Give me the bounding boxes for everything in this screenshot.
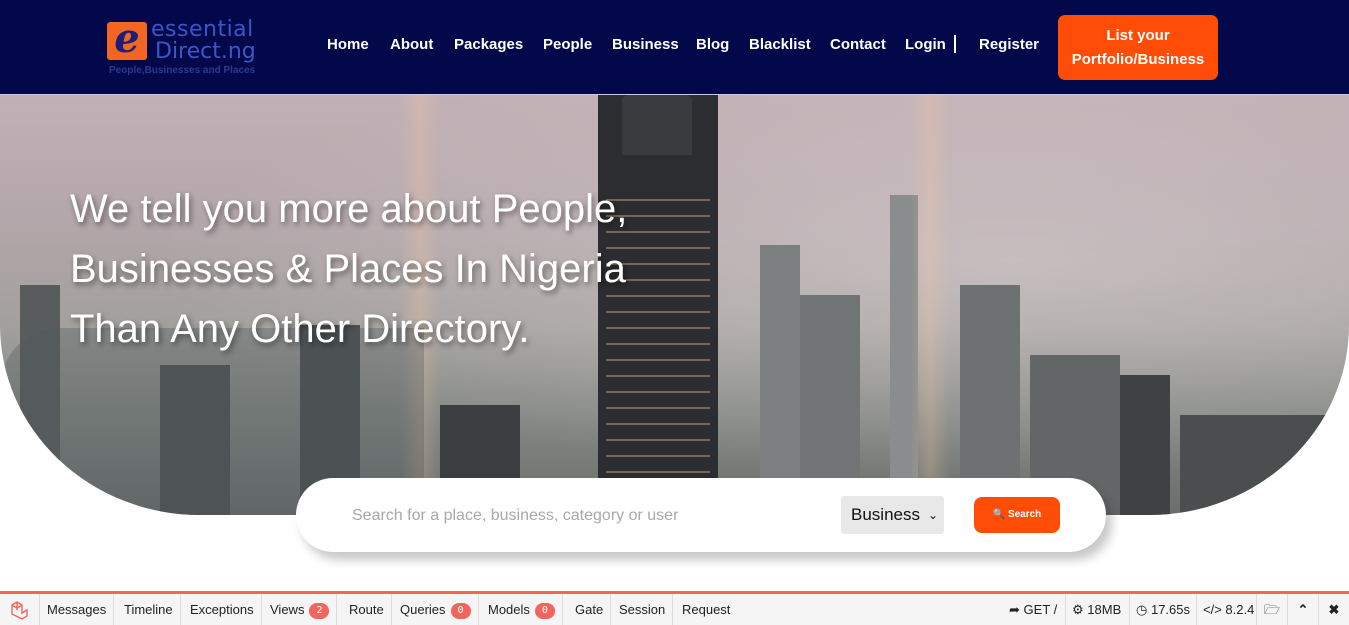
logo-e-mark: e: [107, 19, 147, 60]
debug-tab-models[interactable]: Models 0: [481, 594, 563, 625]
site-logo[interactable]: e essential Direct.ng People,Businesses …: [107, 18, 277, 80]
top-navbar: e essential Direct.ng People,Businesses …: [0, 0, 1349, 95]
debug-tab-views[interactable]: Views 2: [263, 594, 338, 625]
clock-icon: ◷: [1136, 602, 1148, 617]
debug-tab-gate[interactable]: Gate: [568, 594, 612, 625]
code-icon: </>: [1203, 602, 1222, 617]
chevron-up-icon[interactable]: ⌃: [1287, 594, 1318, 625]
debug-tab-label: Route: [349, 602, 384, 617]
bg-building: [1120, 375, 1170, 515]
debug-tab-request[interactable]: Request: [675, 594, 737, 625]
debug-tab-label: Queries: [400, 602, 446, 617]
debug-time-text: 17.65s: [1150, 602, 1191, 617]
debug-tab-exceptions[interactable]: Exceptions: [183, 594, 262, 625]
nav-blog[interactable]: Blog: [696, 34, 729, 56]
debug-php-text: 8.2.4: [1225, 602, 1255, 617]
search-button[interactable]: 🔍 Search: [974, 497, 1060, 533]
nav-contact[interactable]: Contact: [830, 34, 886, 56]
logo-text-line2: Direct.ng: [155, 39, 256, 64]
search-type-value: Business: [851, 505, 920, 524]
light-streak: [910, 95, 950, 515]
nav-home[interactable]: Home: [327, 34, 369, 56]
search-input[interactable]: [352, 505, 812, 527]
debug-tab-queries[interactable]: Queries 0: [393, 594, 479, 625]
tower-top: [622, 95, 692, 155]
nav-people[interactable]: People: [543, 34, 592, 56]
debug-memory: ⚙ 18MB: [1065, 594, 1127, 625]
debug-tab-label: Timeline: [124, 602, 173, 617]
debug-tab-label: Request: [682, 602, 731, 617]
debug-tab-label: Models: [488, 602, 530, 617]
debug-method-text: GET /: [1023, 602, 1058, 617]
debug-tab-label: Exceptions: [190, 602, 254, 617]
hero-banner: We tell you more about People, Businesse…: [0, 95, 1349, 515]
close-icon[interactable]: ✖: [1318, 594, 1349, 625]
debug-tab-label: Messages: [47, 602, 107, 617]
logo-tagline: People,Businesses and Places: [109, 65, 256, 76]
debug-memory-text: 18MB: [1087, 602, 1122, 617]
nav-blacklist[interactable]: Blacklist: [749, 34, 811, 56]
nav-divider: [954, 35, 956, 53]
bg-building: [1180, 415, 1349, 515]
search-icon: 🔍: [992, 509, 1006, 520]
folder-icon[interactable]: 🗁: [1256, 594, 1287, 625]
views-count-badge: 2: [309, 603, 330, 619]
nav-register[interactable]: Register: [979, 34, 1039, 56]
debug-tab-messages[interactable]: Messages: [40, 594, 115, 625]
chevron-down-icon: ⌄: [927, 508, 938, 522]
debug-bar: Messages Timeline Exceptions Views 2 Rout…: [0, 591, 1349, 625]
debug-time: ◷ 17.65s: [1129, 594, 1196, 625]
laravel-icon[interactable]: [0, 594, 40, 625]
share-icon: ➦: [1009, 602, 1020, 617]
nav-packages[interactable]: Packages: [454, 34, 523, 56]
search-button-label: Search: [1007, 509, 1042, 520]
queries-count-badge: 0: [450, 603, 471, 619]
debug-tab-timeline[interactable]: Timeline: [117, 594, 181, 625]
debug-request-method: ➦ GET /: [1003, 594, 1063, 625]
debug-tab-route[interactable]: Route: [342, 594, 392, 625]
search-type-select[interactable]: Business ⌄: [841, 496, 944, 534]
models-count-badge: 0: [534, 603, 555, 619]
debug-tab-label: Session: [619, 602, 666, 617]
debug-tab-label: Gate: [575, 602, 604, 617]
list-portfolio-button[interactable]: List your Portfolio/Business: [1058, 15, 1218, 80]
debug-tab-session[interactable]: Session: [612, 594, 674, 625]
debug-tab-label: Views: [270, 602, 305, 617]
debug-php-version: </> 8.2.4: [1196, 594, 1260, 625]
nav-login[interactable]: Login: [905, 34, 946, 56]
nav-business[interactable]: Business: [612, 34, 679, 56]
hero-headline: We tell you more about People, Businesse…: [70, 187, 628, 351]
bg-building: [760, 245, 800, 515]
nav-about[interactable]: About: [390, 34, 433, 56]
cogs-icon: ⚙: [1072, 602, 1084, 617]
